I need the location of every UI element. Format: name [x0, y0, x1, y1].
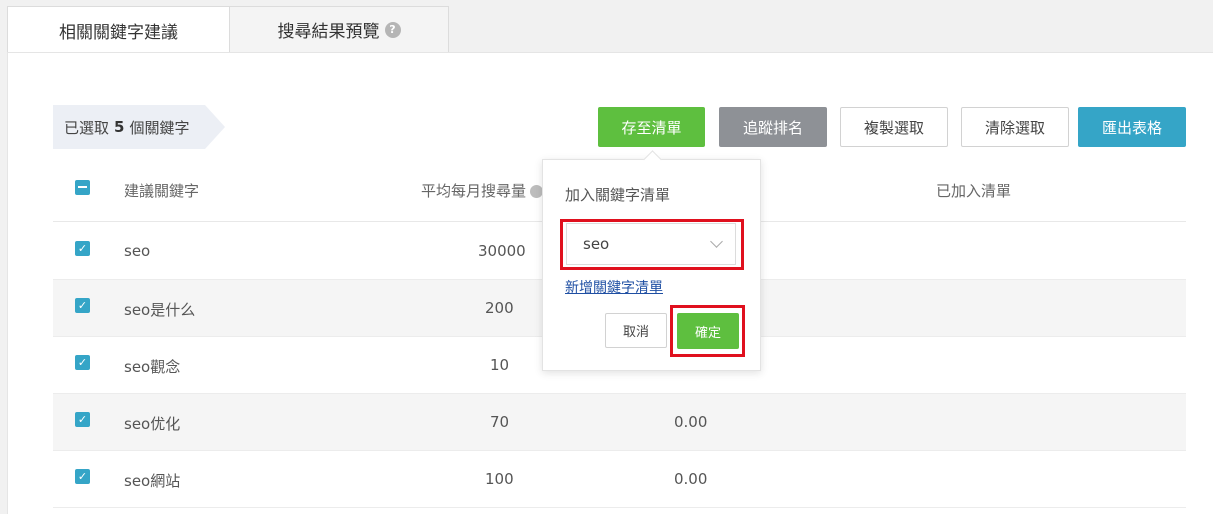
- new-keyword-list-link[interactable]: 新增關鍵字清單: [565, 277, 663, 297]
- clear-selection-button[interactable]: 清除選取: [961, 107, 1069, 147]
- track-ranking-button[interactable]: 追蹤排名: [719, 107, 827, 147]
- keyword-cell: seo: [124, 242, 151, 260]
- row-checkbox[interactable]: ✓: [75, 355, 90, 370]
- select-all-checkbox[interactable]: [75, 180, 90, 195]
- header-keyword: 建議關鍵字: [124, 182, 200, 200]
- header-volume-label: 平均每月搜尋量: [421, 182, 527, 200]
- row-checkbox[interactable]: ✓: [75, 298, 90, 313]
- row-checkbox[interactable]: ✓: [75, 412, 90, 427]
- chevron-down-icon: [710, 235, 723, 248]
- selection-count: 5: [114, 118, 125, 136]
- keyword-cell: seo是什么: [124, 301, 196, 319]
- volume-cell: 10: [490, 356, 510, 374]
- table-row: ✓ seo优化 70 0.00: [53, 394, 1186, 451]
- row-checkbox[interactable]: ✓: [75, 469, 90, 484]
- row-checkbox[interactable]: ✓: [75, 241, 90, 256]
- volume-cell: 100: [485, 470, 514, 488]
- cpc-cell: 0.00: [674, 413, 708, 431]
- selection-suffix: 個關鍵字: [129, 118, 190, 137]
- keyword-cell: seo網站: [124, 472, 181, 490]
- tab-serp-preview[interactable]: 搜尋結果預覽 ?: [229, 6, 449, 52]
- popup-title: 加入關鍵字清單: [565, 186, 671, 204]
- select-value: seo: [583, 235, 610, 253]
- tab-label: 搜尋結果預覽: [277, 22, 380, 42]
- cpc-cell: 0.00: [674, 470, 708, 488]
- volume-cell: 30000: [478, 242, 526, 260]
- export-table-button[interactable]: 匯出表格: [1078, 107, 1186, 147]
- keyword-cell: seo优化: [124, 415, 181, 433]
- header-volume[interactable]: 平均每月搜尋量: [421, 180, 544, 201]
- save-to-list-button[interactable]: 存至清單: [598, 107, 705, 147]
- popup-cancel-button[interactable]: 取消: [605, 313, 667, 348]
- selection-prefix: 已選取: [64, 118, 110, 137]
- add-to-list-popup: 加入關鍵字清單 seo 新增關鍵字清單 取消 確定: [542, 159, 761, 371]
- keyword-list-select[interactable]: seo: [566, 223, 736, 265]
- tab-label: 相關關鍵字建議: [59, 22, 178, 43]
- help-icon[interactable]: ?: [384, 21, 401, 38]
- table-row: ✓ seo網站 100 0.00: [53, 451, 1186, 508]
- copy-selection-button[interactable]: 複製選取: [840, 107, 948, 147]
- volume-cell: 200: [485, 299, 514, 317]
- selection-badge: 已選取 5 個關鍵字: [53, 105, 225, 149]
- tab-bar: 相關關鍵字建議 搜尋結果預覽 ?: [0, 0, 1213, 53]
- popup-confirm-button[interactable]: 確定: [677, 313, 739, 349]
- header-added: 已加入清單: [936, 182, 1012, 200]
- volume-cell: 70: [490, 413, 510, 431]
- tab-related-keywords[interactable]: 相關關鍵字建議: [7, 6, 230, 53]
- keyword-cell: seo觀念: [124, 358, 181, 376]
